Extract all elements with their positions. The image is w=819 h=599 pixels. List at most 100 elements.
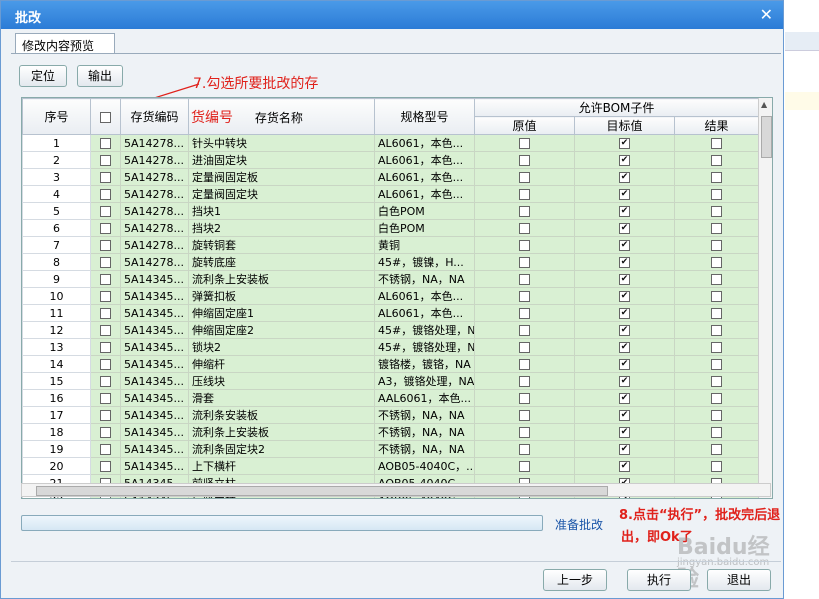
row-target-checkbox[interactable] [619, 410, 630, 421]
close-icon[interactable]: ✕ [760, 5, 773, 24]
row-orig-checkbox-cell[interactable] [474, 389, 575, 407]
row-target-checkbox-cell[interactable] [574, 304, 675, 322]
row-orig-checkbox-cell[interactable] [474, 287, 575, 305]
table-row[interactable]: 13 5A14345... 锁块2 45#，镀铬处理，NA [22, 338, 759, 356]
row-select-checkbox[interactable] [100, 359, 111, 370]
row-target-checkbox-cell[interactable] [574, 457, 675, 475]
table-row[interactable]: 9 5A14345... 流利条上安装板 不锈钢，NA，NA [22, 270, 759, 288]
row-select-checkbox-cell[interactable] [90, 168, 121, 186]
row-result-checkbox-cell[interactable] [674, 355, 759, 373]
row-orig-checkbox-cell[interactable] [474, 457, 575, 475]
row-target-checkbox[interactable] [619, 172, 630, 183]
row-select-checkbox-cell[interactable] [90, 423, 121, 441]
row-result-checkbox[interactable] [711, 393, 722, 404]
table-row[interactable]: 3 5A14278... 定量阀固定板 AL6061，本色... [22, 168, 759, 186]
row-result-checkbox[interactable] [711, 257, 722, 268]
scrollbar-thumb[interactable] [36, 486, 608, 496]
row-result-checkbox[interactable] [711, 376, 722, 387]
row-orig-checkbox[interactable] [519, 240, 530, 251]
row-target-checkbox[interactable] [619, 155, 630, 166]
row-target-checkbox-cell[interactable] [574, 270, 675, 288]
row-orig-checkbox-cell[interactable] [474, 372, 575, 390]
row-target-checkbox[interactable] [619, 359, 630, 370]
row-orig-checkbox[interactable] [519, 138, 530, 149]
row-orig-checkbox-cell[interactable] [474, 270, 575, 288]
table-row[interactable]: 5 5A14278... 挡块1 白色POM [22, 202, 759, 220]
row-orig-checkbox-cell[interactable] [474, 440, 575, 458]
row-select-checkbox-cell[interactable] [90, 202, 121, 220]
row-orig-checkbox-cell[interactable] [474, 185, 575, 203]
row-result-checkbox-cell[interactable] [674, 321, 759, 339]
row-orig-checkbox[interactable] [519, 172, 530, 183]
row-orig-checkbox[interactable] [519, 376, 530, 387]
row-select-checkbox[interactable] [100, 223, 111, 234]
row-select-checkbox[interactable] [100, 291, 111, 302]
row-select-checkbox[interactable] [100, 138, 111, 149]
row-orig-checkbox-cell[interactable] [474, 219, 575, 237]
row-result-checkbox[interactable] [711, 325, 722, 336]
row-select-checkbox-cell[interactable] [90, 321, 121, 339]
row-result-checkbox[interactable] [711, 308, 722, 319]
row-result-checkbox[interactable] [711, 223, 722, 234]
row-select-checkbox-cell[interactable] [90, 151, 121, 169]
row-select-checkbox[interactable] [100, 155, 111, 166]
row-target-checkbox[interactable] [619, 189, 630, 200]
row-result-checkbox[interactable] [711, 189, 722, 200]
row-target-checkbox-cell[interactable] [574, 168, 675, 186]
row-target-checkbox-cell[interactable] [574, 321, 675, 339]
row-orig-checkbox[interactable] [519, 461, 530, 472]
row-orig-checkbox-cell[interactable] [474, 253, 575, 271]
row-result-checkbox[interactable] [711, 172, 722, 183]
row-select-checkbox-cell[interactable] [90, 457, 121, 475]
row-result-checkbox-cell[interactable] [674, 457, 759, 475]
row-select-checkbox-cell[interactable] [90, 355, 121, 373]
row-target-checkbox-cell[interactable] [574, 355, 675, 373]
row-orig-checkbox[interactable] [519, 291, 530, 302]
row-orig-checkbox[interactable] [519, 393, 530, 404]
row-orig-checkbox[interactable] [519, 427, 530, 438]
row-target-checkbox-cell[interactable] [574, 236, 675, 254]
row-select-checkbox[interactable] [100, 410, 111, 421]
row-select-checkbox[interactable] [100, 393, 111, 404]
table-row[interactable]: 4 5A14278... 定量阀固定块 AL6061，本色... [22, 185, 759, 203]
horizontal-scrollbar[interactable] [21, 483, 771, 497]
row-select-checkbox-cell[interactable] [90, 185, 121, 203]
row-result-checkbox-cell[interactable] [674, 202, 759, 220]
row-target-checkbox[interactable] [619, 393, 630, 404]
row-target-checkbox[interactable] [619, 325, 630, 336]
vertical-scrollbar[interactable]: ▲ ▼ [758, 98, 772, 498]
row-select-checkbox-cell[interactable] [90, 134, 121, 152]
row-target-checkbox-cell[interactable] [574, 219, 675, 237]
table-row[interactable]: 16 5A14345... 滑套 AAL6061，本色... [22, 389, 759, 407]
row-target-checkbox[interactable] [619, 257, 630, 268]
row-orig-checkbox[interactable] [519, 206, 530, 217]
row-target-checkbox[interactable] [619, 291, 630, 302]
row-result-checkbox-cell[interactable] [674, 185, 759, 203]
row-select-checkbox-cell[interactable] [90, 338, 121, 356]
row-target-checkbox-cell[interactable] [574, 287, 675, 305]
row-target-checkbox[interactable] [619, 342, 630, 353]
row-orig-checkbox[interactable] [519, 444, 530, 455]
row-orig-checkbox-cell[interactable] [474, 423, 575, 441]
row-result-checkbox[interactable] [711, 359, 722, 370]
table-row[interactable]: 11 5A14345... 伸缩固定座1 AL6061，本色... [22, 304, 759, 322]
table-row[interactable]: 15 5A14345... 压线块 A3，镀铬处理，NA [22, 372, 759, 390]
row-orig-checkbox-cell[interactable] [474, 151, 575, 169]
row-select-checkbox-cell[interactable] [90, 440, 121, 458]
exit-button[interactable]: 退出 [707, 569, 771, 591]
table-row[interactable]: 19 5A14345... 流利条固定块2 不锈钢，NA，NA [22, 440, 759, 458]
row-result-checkbox[interactable] [711, 342, 722, 353]
row-select-checkbox[interactable] [100, 257, 111, 268]
row-orig-checkbox[interactable] [519, 410, 530, 421]
row-orig-checkbox[interactable] [519, 155, 530, 166]
row-result-checkbox[interactable] [711, 291, 722, 302]
row-select-checkbox-cell[interactable] [90, 236, 121, 254]
row-result-checkbox-cell[interactable] [674, 219, 759, 237]
row-select-checkbox[interactable] [100, 427, 111, 438]
row-result-checkbox-cell[interactable] [674, 338, 759, 356]
table-row[interactable]: 18 5A14345... 流利条上安装板 不锈钢，NA，NA [22, 423, 759, 441]
row-orig-checkbox-cell[interactable] [474, 168, 575, 186]
row-result-checkbox-cell[interactable] [674, 304, 759, 322]
table-row[interactable]: 20 5A14345... 上下横杆 AOB05-4040C，... [22, 457, 759, 475]
row-select-checkbox[interactable] [100, 444, 111, 455]
